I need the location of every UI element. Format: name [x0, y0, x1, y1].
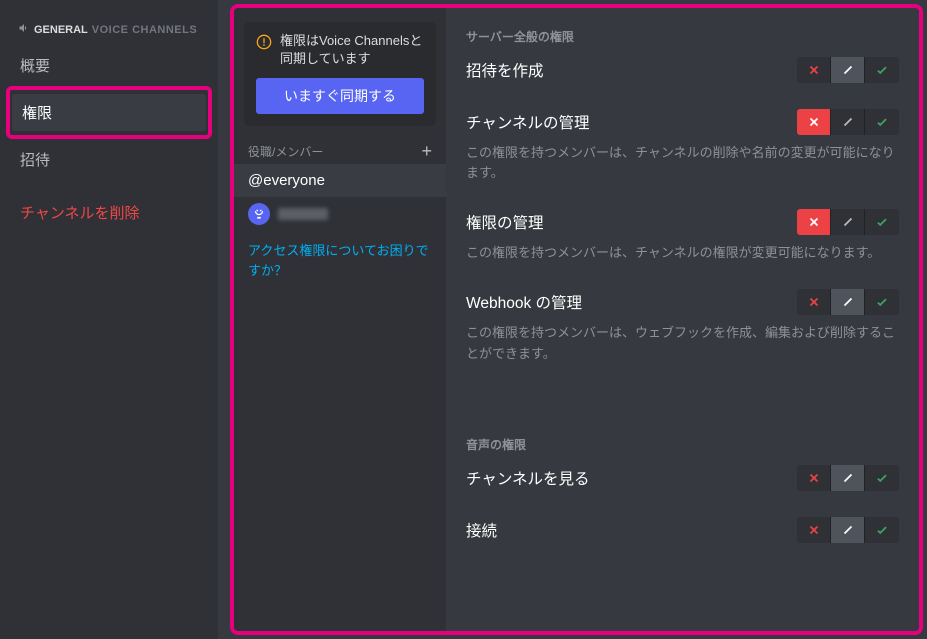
role-everyone[interactable]: @everyone: [234, 164, 446, 197]
toggle-deny[interactable]: [797, 517, 831, 543]
toggle-neutral[interactable]: [831, 289, 865, 315]
perm-row-manage-channel: チャンネルの管理 この権限を持つメンバーは、チャンネルの削除や名前の変更が可能に…: [466, 109, 899, 183]
perm-title: チャンネルを見る: [466, 467, 590, 489]
toggle-allow[interactable]: [865, 209, 899, 235]
sync-now-button[interactable]: いますぐ同期する: [256, 78, 424, 114]
perm-row-create-invite: 招待を作成: [466, 57, 899, 83]
toggle-allow[interactable]: [865, 289, 899, 315]
sidebar-channel-header: GENERAL VOICE CHANNELS: [10, 22, 208, 45]
perm-toggle-manage-permissions: [797, 209, 899, 235]
sync-message-text: 権限はVoice Channelsと同期しています: [280, 32, 424, 68]
perm-toggle-connect: [797, 517, 899, 543]
toggle-allow[interactable]: [865, 109, 899, 135]
channel-name: GENERAL: [34, 24, 88, 36]
sidebar-item-overview[interactable]: 概要: [10, 47, 208, 84]
main-highlight-frame: 権限はVoice Channelsと同期しています いますぐ同期する 役職/メン…: [230, 4, 923, 635]
perm-desc: この権限を持つメンバーは、チャンネルの削除や名前の変更が可能になります。: [466, 143, 899, 183]
perm-title: 招待を作成: [466, 59, 544, 81]
perm-row-manage-permissions: 権限の管理 この権限を持つメンバーは、チャンネルの権限が変更可能になります。: [466, 209, 899, 263]
perm-title: Webhook の管理: [466, 291, 582, 313]
perm-title: チャンネルの管理: [466, 111, 590, 133]
sidebar-item-permissions[interactable]: 権限: [12, 94, 206, 131]
perm-row-view-channel: チャンネルを見る: [466, 465, 899, 491]
toggle-allow[interactable]: [865, 465, 899, 491]
toggle-neutral[interactable]: [831, 109, 865, 135]
warning-icon: [256, 34, 272, 50]
perm-row-connect: 接続: [466, 517, 899, 543]
toggle-allow[interactable]: [865, 517, 899, 543]
sidebar-item-invites[interactable]: 招待: [10, 141, 208, 178]
toggle-deny[interactable]: [797, 209, 831, 235]
section-voice-permissions: 音声の権限: [466, 436, 899, 453]
settings-sidebar: GENERAL VOICE CHANNELS 概要 権限 招待 チャンネルを削除: [0, 0, 218, 639]
perm-toggle-manage-webhooks: [797, 289, 899, 315]
perm-desc: この権限を持つメンバーは、チャンネルの権限が変更可能になります。: [466, 243, 899, 263]
permissions-list: サーバー全般の権限 招待を作成 チャンネルの管理: [446, 8, 919, 631]
member-item[interactable]: [234, 197, 446, 231]
roles-column: 権限はVoice Channelsと同期しています いますぐ同期する 役職/メン…: [234, 8, 446, 631]
toggle-neutral[interactable]: [831, 465, 865, 491]
perm-toggle-manage-channel: [797, 109, 899, 135]
perm-title: 権限の管理: [466, 211, 544, 233]
toggle-deny[interactable]: [797, 57, 831, 83]
sidebar-highlight-box: 権限: [6, 86, 212, 139]
toggle-deny[interactable]: [797, 465, 831, 491]
roles-members-header: 役職/メンバー +: [234, 136, 446, 164]
toggle-neutral[interactable]: [831, 57, 865, 83]
toggle-neutral[interactable]: [831, 517, 865, 543]
toggle-deny[interactable]: [797, 109, 831, 135]
roles-members-label: 役職/メンバー: [248, 143, 323, 160]
toggle-deny[interactable]: [797, 289, 831, 315]
volume-icon: [18, 22, 30, 37]
perm-title: 接続: [466, 519, 497, 541]
sidebar-item-delete-channel[interactable]: チャンネルを削除: [10, 194, 208, 231]
channel-category: VOICE CHANNELS: [92, 24, 197, 36]
toggle-allow[interactable]: [865, 57, 899, 83]
permissions-help-link[interactable]: アクセス権限についてお困りですか？: [234, 231, 446, 294]
perm-row-manage-webhooks: Webhook の管理 この権限を持つメンバーは、ウェブフックを作成、編集および…: [466, 289, 899, 363]
toggle-neutral[interactable]: [831, 209, 865, 235]
perm-toggle-create-invite: [797, 57, 899, 83]
perm-toggle-view-channel: [797, 465, 899, 491]
member-name-redacted: [278, 208, 328, 220]
perm-desc: この権限を持つメンバーは、ウェブフックを作成、編集および削除することができます。: [466, 323, 899, 363]
avatar: [248, 203, 270, 225]
sync-notice: 権限はVoice Channelsと同期しています いますぐ同期する: [244, 22, 436, 126]
add-role-icon[interactable]: +: [421, 142, 432, 160]
section-general-permissions: サーバー全般の権限: [466, 28, 899, 45]
